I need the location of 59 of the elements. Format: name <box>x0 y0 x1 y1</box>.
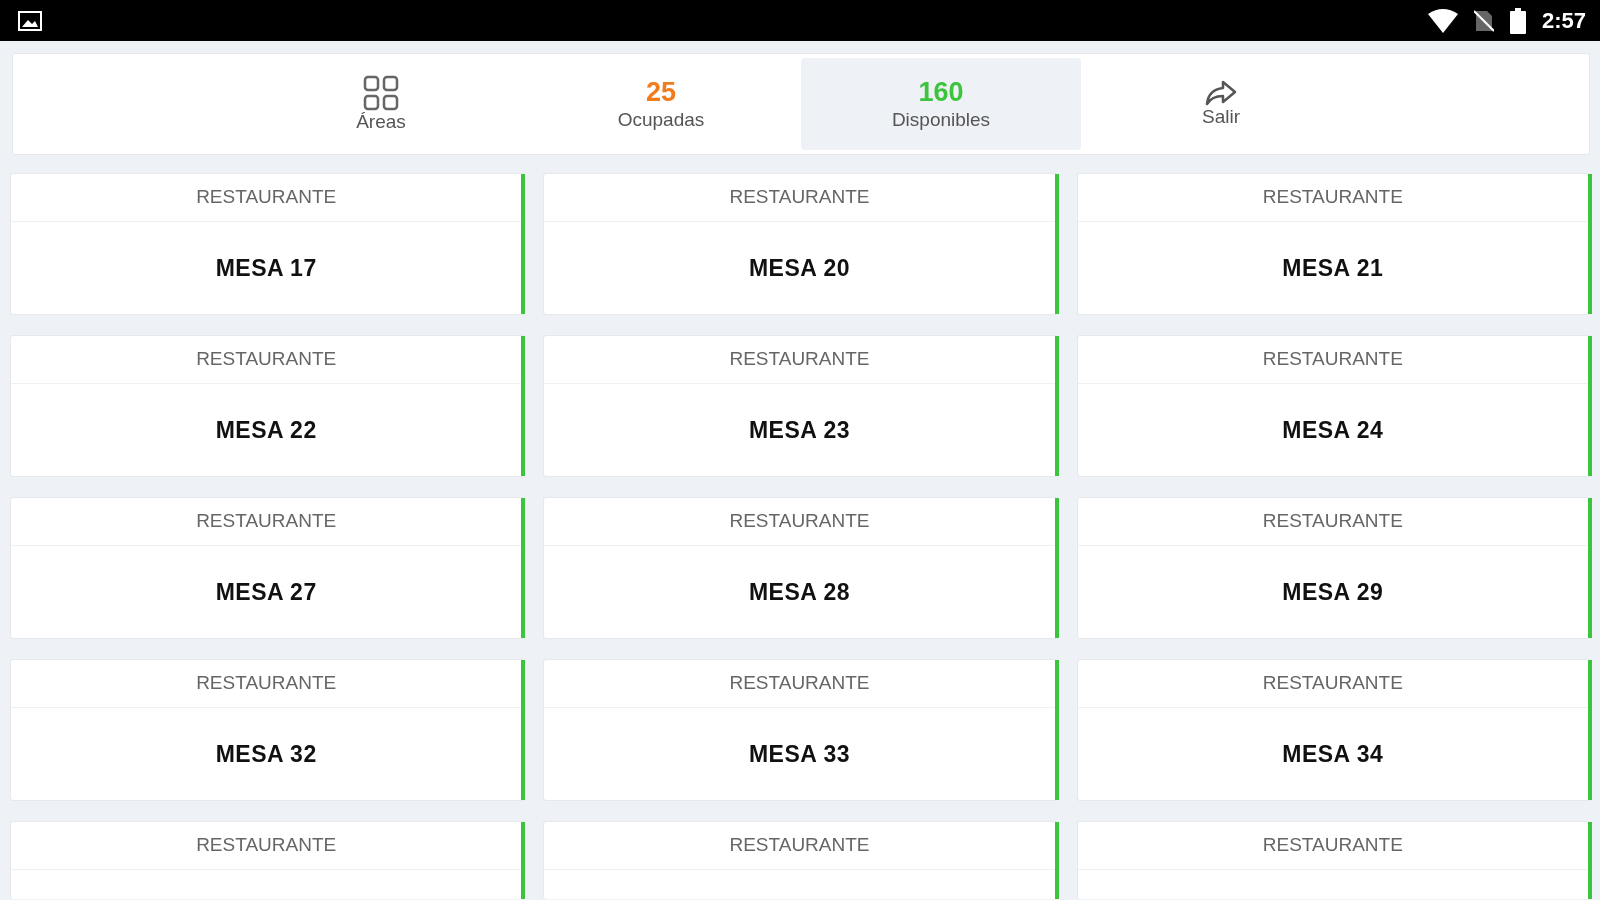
area-label: RESTAURANTE <box>196 509 337 534</box>
table-card[interactable]: RESTAURANTE MESA 28 <box>543 497 1059 639</box>
grid-icon <box>363 74 399 111</box>
no-sim-icon <box>1473 8 1494 33</box>
image-icon <box>18 10 42 31</box>
table-name: MESA 17 <box>215 253 317 283</box>
table-card[interactable]: RESTAURANTE <box>10 821 526 899</box>
table-card[interactable]: RESTAURANTE MESA 21 <box>1076 173 1592 315</box>
share-icon <box>1205 79 1237 106</box>
tab[interactable]: 25 Ocupadas <box>521 58 801 150</box>
table-card[interactable]: RESTAURANTE MESA 24 <box>1076 335 1592 477</box>
area-label: RESTAURANTE <box>196 347 337 372</box>
area-label: RESTAURANTE <box>1262 347 1403 372</box>
area-label: RESTAURANTE <box>196 671 337 696</box>
table-card[interactable]: RESTAURANTE <box>1076 821 1592 899</box>
table-name: MESA 24 <box>1282 415 1384 445</box>
tab-label: Ocupadas <box>617 108 705 132</box>
table-name: MESA 29 <box>1282 577 1384 607</box>
table-card[interactable]: RESTAURANTE MESA 23 <box>543 335 1059 477</box>
table-name: MESA 21 <box>1282 253 1384 283</box>
table-card[interactable]: RESTAURANTE MESA 22 <box>10 335 526 477</box>
tab[interactable]: 160 Disponibles <box>801 58 1081 150</box>
table-name: MESA 20 <box>748 253 851 283</box>
wifi-icon <box>1427 8 1458 33</box>
area-label: RESTAURANTE <box>729 347 870 372</box>
tab-label: Áreas <box>356 110 406 134</box>
table-name: MESA 34 <box>1282 739 1384 769</box>
table-name: MESA 22 <box>215 415 317 445</box>
tab-label: Disponibles <box>891 108 991 132</box>
area-label: RESTAURANTE <box>1262 833 1403 858</box>
area-label: RESTAURANTE <box>196 185 337 210</box>
tab-label: Salir <box>1202 105 1240 129</box>
table-card[interactable]: RESTAURANTE MESA 27 <box>10 497 526 639</box>
count-text: 160 <box>918 76 964 109</box>
area-label: RESTAURANTE <box>1262 509 1403 534</box>
area-label: RESTAURANTE <box>1262 671 1403 696</box>
table-card[interactable]: RESTAURANTE MESA 32 <box>10 659 526 801</box>
table-name: MESA 33 <box>748 739 851 769</box>
table-card[interactable]: RESTAURANTE MESA 33 <box>543 659 1059 801</box>
table-card[interactable]: RESTAURANTE MESA 34 <box>1076 659 1592 801</box>
count-text: 25 <box>645 76 676 109</box>
area-label: RESTAURANTE <box>729 671 870 696</box>
tab[interactable]: Salir <box>1081 58 1361 150</box>
table-name: MESA 28 <box>748 577 851 607</box>
table-card[interactable]: RESTAURANTE <box>543 821 1059 899</box>
area-label: RESTAURANTE <box>729 509 870 534</box>
area-label: RESTAURANTE <box>729 833 870 858</box>
status-time: 2:57 <box>1541 7 1586 35</box>
area-label: RESTAURANTE <box>729 185 870 210</box>
table-name: MESA 27 <box>215 577 317 607</box>
table-name: MESA 23 <box>748 415 851 445</box>
battery-icon <box>1509 7 1526 34</box>
area-label: RESTAURANTE <box>1262 185 1403 210</box>
table-name: MESA 32 <box>215 739 317 769</box>
table-card[interactable]: RESTAURANTE MESA 20 <box>543 173 1059 315</box>
table-card[interactable]: RESTAURANTE MESA 17 <box>10 173 526 315</box>
table-card[interactable]: RESTAURANTE MESA 29 <box>1076 497 1592 639</box>
tab[interactable]: Áreas <box>241 58 521 150</box>
area-label: RESTAURANTE <box>196 833 337 858</box>
